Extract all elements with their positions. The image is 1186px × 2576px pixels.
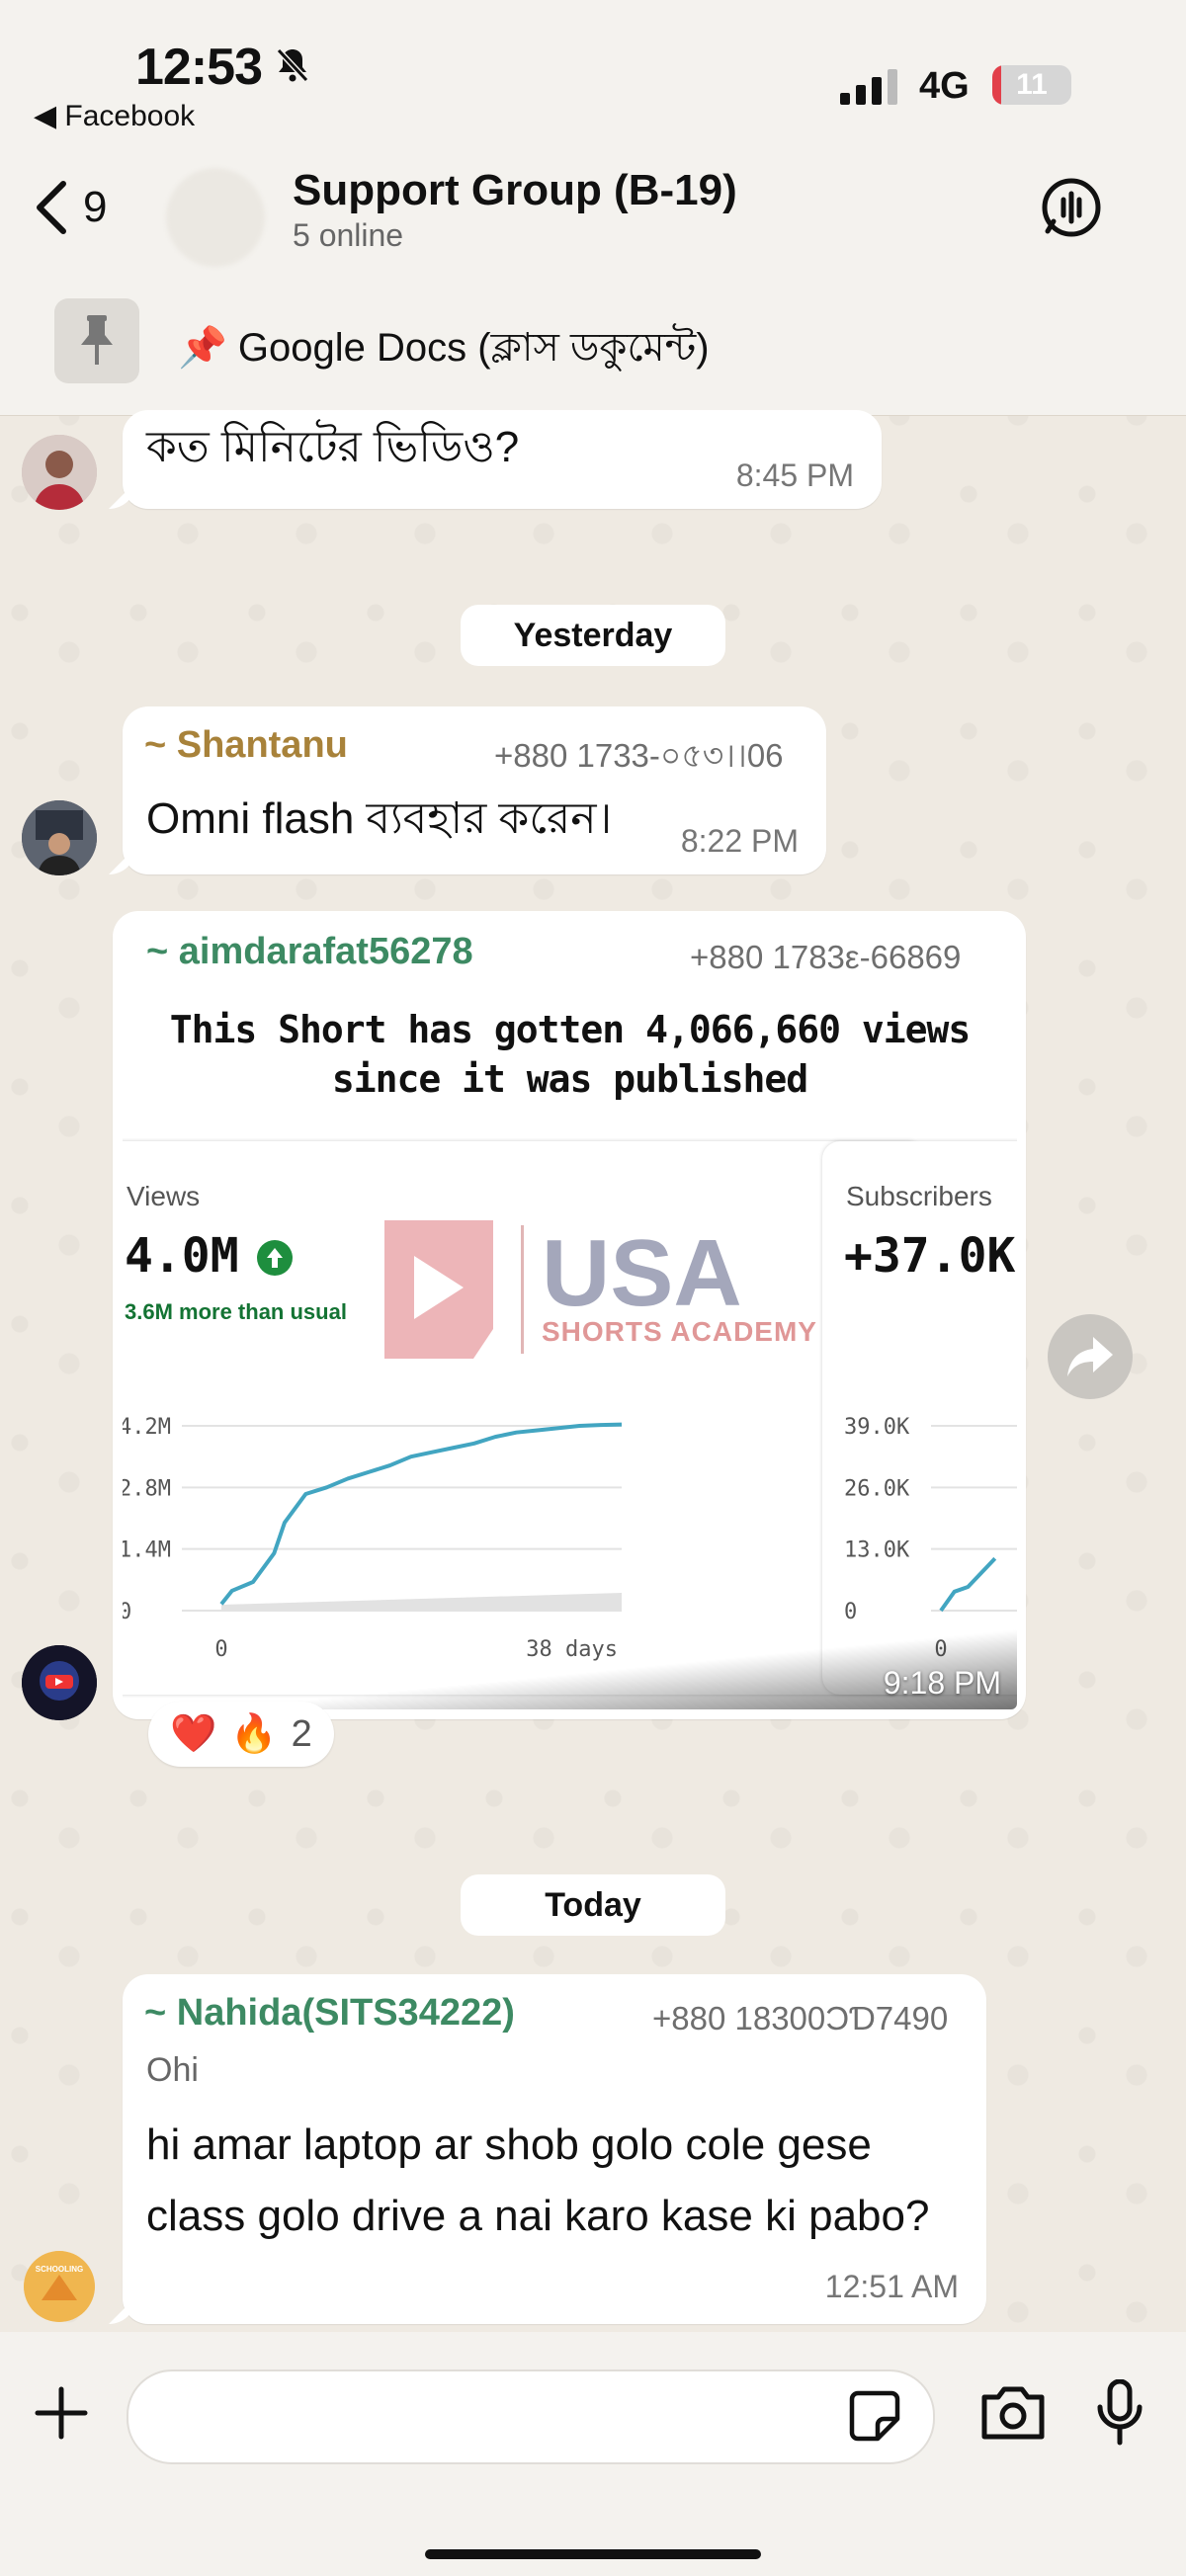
series-line	[939, 1556, 997, 1613]
camera-icon	[981, 2386, 1045, 2440]
back-button[interactable]: 9	[30, 178, 107, 237]
sender-name[interactable]: ~ Shantanu	[144, 724, 348, 767]
watermark-divider	[521, 1225, 524, 1354]
series-line	[219, 1422, 623, 1606]
network-type: 4G	[919, 65, 970, 107]
reply-preview: Ohi	[146, 2051, 199, 2089]
audio-wave-icon	[1042, 178, 1101, 237]
avatar[interactable]	[22, 800, 97, 875]
avatar-label: SCHOOLING	[35, 2265, 84, 2274]
forward-button[interactable]	[1048, 1314, 1133, 1399]
unread-count: 9	[83, 183, 108, 231]
message-text: কত মিনিটের ভিডিও?	[146, 423, 520, 471]
home-indicator	[425, 2549, 761, 2559]
message-reactions[interactable]: ❤️ 🔥 2	[148, 1702, 334, 1767]
sender-name[interactable]: ~ Nahida(SITS34222)	[144, 1992, 515, 2035]
back-to-app-link[interactable]: ◀ Facebook	[34, 99, 195, 133]
y-tick-label: 4.2M	[123, 1415, 171, 1440]
battery-percent: 11	[1016, 68, 1048, 101]
message-time: 8:22 PM	[680, 823, 799, 859]
group-avatar[interactable]	[166, 168, 265, 267]
y-tick-label: 2.8M	[123, 1476, 171, 1501]
pinned-message-button[interactable]	[54, 298, 139, 383]
pinned-message-text[interactable]: 📌 Google Docs (ক্লাস ডকুমেন্ট)	[178, 316, 710, 382]
avatar[interactable]	[22, 1645, 97, 1720]
message-time: 12:51 AM	[824, 2269, 959, 2304]
date-separator: Yesterday	[461, 605, 725, 666]
message-time: 8:45 PM	[735, 457, 854, 493]
chevron-left-icon	[37, 181, 66, 234]
y-tick-label: 13.0K	[844, 1538, 910, 1563]
sticker-button[interactable]	[848, 2389, 901, 2448]
pin-icon	[81, 315, 113, 365]
forward-arrow-icon	[1067, 1337, 1113, 1376]
subscribers-card: Subscribers +37.0K 39.0K26.0K13.0K00	[822, 1141, 1017, 1695]
media-image[interactable]: This Short has gotten 4,066,660 views si…	[123, 993, 1017, 1709]
heart-reaction: ❤️	[170, 1713, 217, 1755]
sticker-icon	[849, 2390, 900, 2442]
signal-icon	[840, 69, 901, 110]
y-tick-label: 1.4M	[123, 1538, 171, 1563]
message-time: 9:18 PM	[883, 1665, 1001, 1701]
avatar[interactable]	[22, 435, 97, 510]
message-input[interactable]	[127, 2369, 935, 2464]
microphone-icon	[1097, 2378, 1143, 2446]
school-logo-icon	[24, 2251, 95, 2322]
typical-range-band	[221, 1593, 622, 1611]
subscribers-line-chart: 39.0K26.0K13.0K00	[844, 1415, 1017, 1662]
sender-phone: +880 18300ƆƊ7490	[652, 2000, 949, 2036]
sender-name[interactable]: ~ aimdarafat56278	[146, 931, 473, 973]
message-text-line: class golo drive a nai karo kase ki pabo…	[146, 2192, 930, 2240]
bell-muted-icon	[273, 45, 312, 90]
plus-icon	[35, 2386, 88, 2440]
message-bubble[interactable]: কত মিনিটের ভিডিও? 8:45 PM	[123, 410, 882, 509]
channel-logo-icon	[22, 1645, 97, 1720]
message-bubble[interactable]: ~ Shantanu +880 1733-০৫৩।।06 Omni flash …	[123, 706, 826, 874]
user-photo-icon	[22, 435, 97, 510]
message-text: Omni flash ব্যবহার করেন।	[146, 794, 613, 843]
camera-button[interactable]	[978, 2383, 1048, 2448]
clock: 12:53	[135, 39, 263, 96]
watermark-logo: USA SHORTS ACADEMY	[375, 1220, 817, 1359]
battery-icon: 11	[992, 65, 1071, 105]
online-status: 5 online	[293, 217, 404, 253]
attach-button[interactable]	[34, 2385, 89, 2446]
sender-phone: +880 1733-০৫৩।।06	[494, 737, 784, 774]
play-logo-icon	[384, 1220, 493, 1359]
date-separator: Today	[461, 1874, 725, 1936]
group-name[interactable]: Support Group (B-19)	[293, 166, 737, 215]
status-bar: 12:53 ◀ Facebook 4G 11	[0, 0, 1186, 148]
avatar[interactable]: SCHOOLING	[24, 2251, 95, 2322]
message-text-line: hi amar laptop ar shob golo cole gese	[146, 2120, 872, 2169]
message-bubble[interactable]: ~ Nahida(SITS34222) +880 18300ƆƊ7490 Ohi…	[123, 1974, 986, 2324]
y-tick-label: 26.0K	[844, 1476, 910, 1501]
watermark-brand: USA	[542, 1220, 742, 1326]
y-tick-label: 39.0K	[844, 1415, 910, 1440]
user-photo-icon	[22, 800, 97, 875]
microphone-button[interactable]	[1095, 2378, 1144, 2451]
media-headline: This Short has gotten 4,066,660 views si…	[169, 1008, 971, 1101]
reaction-count: 2	[291, 1712, 312, 1755]
watermark-sub: SHORTS ACADEMY	[542, 1316, 817, 1347]
fire-reaction: 🔥	[230, 1713, 278, 1755]
voice-chat-button[interactable]	[1040, 176, 1103, 244]
sender-phone: +880 1783ε-66869	[690, 939, 962, 975]
watermark-text: USA SHORTS ACADEMY	[542, 1220, 817, 1348]
